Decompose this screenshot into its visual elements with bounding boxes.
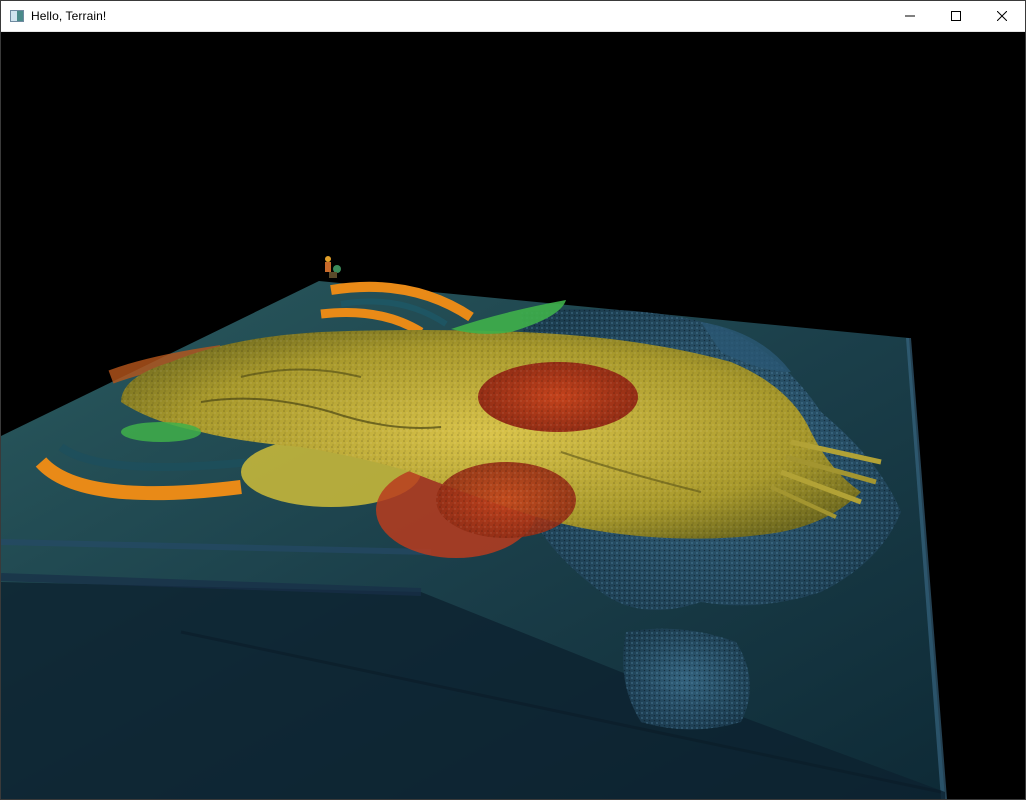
close-icon <box>997 11 1007 21</box>
maximize-button[interactable] <box>933 1 979 31</box>
window-title: Hello, Terrain! <box>31 9 107 23</box>
terrain-render <box>1 256 947 799</box>
close-button[interactable] <box>979 1 1025 31</box>
minimize-icon <box>905 15 915 17</box>
maximize-icon <box>951 11 961 21</box>
app-window: Hello, Terrain! <box>0 0 1026 800</box>
title-bar[interactable]: Hello, Terrain! <box>1 1 1025 32</box>
terrain-red-patch-1-noise <box>478 362 638 432</box>
terrain-red-patch-2-noise <box>436 462 576 538</box>
app-window-icon <box>10 10 24 22</box>
character-figure <box>325 256 341 278</box>
minimize-button[interactable] <box>887 1 933 31</box>
window-controls <box>887 1 1025 31</box>
terrain-viewport[interactable] <box>1 32 1025 799</box>
